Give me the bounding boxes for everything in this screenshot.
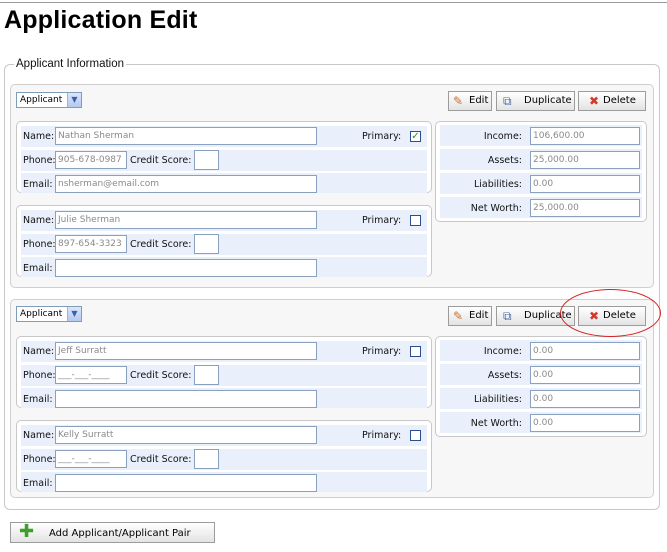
income-label: Income:	[483, 346, 522, 357]
email-label: Email:	[23, 263, 53, 274]
select-value: Applicant	[20, 95, 63, 105]
delete-x-icon: ✖	[589, 94, 600, 108]
credit-score-input[interactable]	[194, 449, 219, 469]
primary-label: Primary:	[362, 430, 402, 441]
email-input[interactable]	[55, 390, 317, 408]
primary-checkbox[interactable]	[410, 215, 421, 226]
name-input[interactable]: Nathan Sherman	[55, 127, 317, 145]
net-worth-input[interactable]: 0.00	[530, 414, 640, 432]
assets-input[interactable]: 0.00	[530, 366, 640, 384]
top-rule	[0, 2, 667, 3]
applicant-card: Name: Julie Sherman Primary: Phone: 897-…	[16, 205, 432, 277]
primary-checkbox[interactable]: ✓	[410, 131, 421, 142]
credit-score-label: Credit Score:	[130, 370, 192, 381]
liabilities-label: Liabilities:	[473, 179, 522, 190]
chevron-down-icon: ▼	[67, 93, 81, 107]
income-input[interactable]: 106,600.00	[530, 127, 640, 145]
assets-input[interactable]: 25,000.00	[530, 151, 640, 169]
phone-input[interactable]: 905-678-0987	[55, 151, 127, 169]
add-applicant-pair-button[interactable]: ✚ Add Applicant/Applicant Pair	[10, 522, 215, 543]
assets-label: Assets:	[487, 155, 522, 166]
annotation-circle	[560, 289, 661, 337]
name-input[interactable]: Julie Sherman	[55, 211, 317, 229]
phone-label: Phone:	[23, 239, 56, 250]
page-title: Application Edit	[4, 6, 198, 34]
name-input[interactable]: Kelly Surratt	[55, 426, 317, 444]
phone-input[interactable]: 897-654-3323	[55, 235, 127, 253]
credit-score-label: Credit Score:	[130, 454, 192, 465]
email-input[interactable]	[55, 474, 317, 492]
liabilities-input[interactable]: 0.00	[530, 175, 640, 193]
income-label: Income:	[483, 131, 522, 142]
liabilities-input[interactable]: 0.00	[530, 390, 640, 408]
phone-input[interactable]: ___-___-____	[55, 366, 127, 384]
delete-button-1[interactable]: ✖ Delete	[578, 91, 646, 111]
credit-score-input[interactable]	[194, 150, 219, 170]
email-input[interactable]	[55, 259, 317, 277]
name-label: Name:	[23, 131, 55, 142]
plus-icon: ✚	[19, 521, 35, 542]
financial-summary-card: Income: 106,600.00 Assets: 25,000.00 Lia…	[435, 121, 647, 222]
primary-checkbox[interactable]	[410, 346, 421, 357]
select-value: Applicant	[20, 309, 63, 319]
checkmark-icon: ✓	[411, 131, 420, 142]
income-input[interactable]: 0.00	[530, 342, 640, 360]
credit-score-input[interactable]	[194, 365, 219, 385]
applicant-type-select-1[interactable]: Applicant ▼	[16, 92, 82, 108]
net-worth-label: Net Worth:	[470, 418, 522, 429]
name-label: Name:	[23, 215, 55, 226]
edit-button-1[interactable]: ✎ Edit	[448, 91, 492, 111]
email-input[interactable]: nsherman@email.com	[55, 175, 317, 193]
applicant-type-select-2[interactable]: Applicant ▼	[16, 306, 82, 322]
duplicate-icon: ⧉	[503, 94, 512, 108]
net-worth-label: Net Worth:	[470, 203, 522, 214]
name-label: Name:	[23, 430, 55, 441]
phone-input[interactable]: ___-___-____	[55, 450, 127, 468]
credit-score-input[interactable]	[194, 234, 219, 254]
name-label: Name:	[23, 346, 55, 357]
name-input[interactable]: Jeff Surratt	[55, 342, 317, 360]
duplicate-icon: ⧉	[503, 309, 512, 323]
primary-label: Primary:	[362, 215, 402, 226]
phone-label: Phone:	[23, 155, 56, 166]
primary-label: Primary:	[362, 131, 402, 142]
applicant-card: Name: Nathan Sherman Primary: ✓ Phone: 9…	[16, 121, 432, 193]
email-label: Email:	[23, 394, 53, 405]
chevron-down-icon: ▼	[67, 307, 81, 321]
fieldset-legend: Applicant Information	[14, 58, 127, 70]
edit-button-2[interactable]: ✎ Edit	[448, 306, 492, 326]
duplicate-button-1[interactable]: ⧉ Duplicate	[496, 91, 575, 111]
credit-score-label: Credit Score:	[130, 155, 192, 166]
phone-label: Phone:	[23, 454, 56, 465]
email-label: Email:	[23, 478, 53, 489]
pencil-icon: ✎	[453, 309, 464, 323]
primary-label: Primary:	[362, 346, 402, 357]
net-worth-input[interactable]: 25,000.00	[530, 199, 640, 217]
credit-score-label: Credit Score:	[130, 239, 192, 250]
applicant-card: Name: Jeff Surratt Primary: Phone: ___-_…	[16, 336, 432, 408]
financial-summary-card: Income: 0.00 Assets: 0.00 Liabilities: 0…	[435, 336, 647, 437]
assets-label: Assets:	[487, 370, 522, 381]
liabilities-label: Liabilities:	[473, 394, 522, 405]
pencil-icon: ✎	[453, 94, 464, 108]
applicant-card: Name: Kelly Surratt Primary: Phone: ___-…	[16, 420, 432, 492]
email-label: Email:	[23, 179, 53, 190]
primary-checkbox[interactable]	[410, 430, 421, 441]
phone-label: Phone:	[23, 370, 56, 381]
